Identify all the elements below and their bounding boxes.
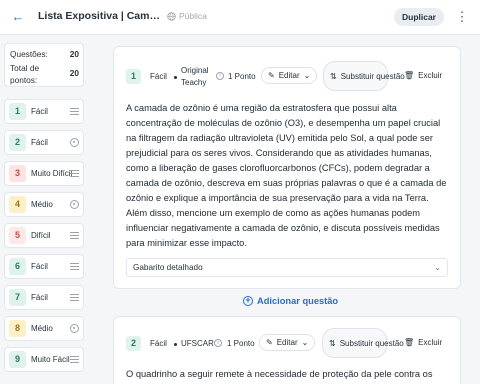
sidebar-question-item[interactable]: 2 Fácil bbox=[4, 130, 84, 155]
multiple-choice-icon bbox=[70, 324, 79, 333]
multiple-choice-icon bbox=[70, 200, 79, 209]
chevron-down-icon: ⌄ bbox=[434, 263, 441, 272]
pencil-icon: ✎ bbox=[266, 338, 273, 347]
difficulty-label: Fácil bbox=[31, 107, 48, 116]
text-lines-icon bbox=[70, 355, 79, 364]
sidebar-question-item[interactable]: 8 Médio bbox=[4, 316, 84, 341]
sidebar-question-item[interactable]: 9 Muito Fácil bbox=[4, 347, 84, 372]
difficulty-label: Fácil bbox=[31, 138, 48, 147]
trash-icon: 🗑 bbox=[404, 338, 415, 347]
summary-box: Questões: 20 Total de pontos: 20 bbox=[4, 43, 84, 87]
question-number: 2 bbox=[9, 134, 26, 151]
visibility-indicator: Pública bbox=[167, 11, 207, 21]
question-number: 6 bbox=[9, 258, 26, 275]
difficulty-label: Fácil bbox=[31, 293, 48, 302]
pencil-icon: ✎ bbox=[268, 71, 275, 80]
swap-icon: ⇅ bbox=[329, 338, 336, 348]
difficulty-label: Muito Difícil bbox=[31, 169, 73, 178]
chevron-down-icon: ⌄ bbox=[303, 71, 311, 80]
separator-dot bbox=[174, 343, 177, 346]
sidebar-question-item[interactable]: 5 Difícil bbox=[4, 223, 84, 248]
text-lines-icon bbox=[70, 231, 79, 240]
info-icon[interactable]: i bbox=[216, 72, 224, 80]
question-text: A camada de ozônio é uma região da estra… bbox=[126, 103, 447, 248]
questions-count-value: 20 bbox=[69, 49, 79, 59]
answer-dropdown[interactable]: Gabarito detalhado ⌄ bbox=[126, 258, 448, 277]
sidebar-question-item[interactable]: 3 Muito Difícil bbox=[4, 161, 84, 186]
sidebar-question-item[interactable]: 6 Fácil bbox=[4, 254, 84, 279]
replace-label: Substituir questão bbox=[340, 71, 405, 81]
visibility-label: Pública bbox=[179, 11, 207, 21]
question-number: 9 bbox=[9, 351, 26, 368]
more-options-icon[interactable]: ⋮ bbox=[455, 8, 469, 26]
total-points-value: 20 bbox=[69, 68, 79, 78]
separator-dot bbox=[174, 76, 177, 79]
replace-question-button[interactable]: ⇅ Substituir questão bbox=[322, 328, 404, 358]
text-lines-icon bbox=[70, 169, 79, 178]
globe-icon bbox=[167, 11, 176, 21]
text-lines-icon bbox=[70, 293, 79, 302]
delete-button[interactable]: 🗑 Excluir bbox=[404, 71, 442, 80]
multiple-choice-icon bbox=[70, 138, 79, 147]
question-number: 5 bbox=[9, 227, 26, 244]
question-number: 7 bbox=[9, 289, 26, 306]
edit-label: Editar bbox=[276, 338, 298, 347]
sidebar-question-item[interactable]: 1 Fácil bbox=[4, 99, 84, 124]
difficulty-label: Fácil bbox=[150, 339, 167, 348]
add-question-button[interactable]: + Adicionar questão bbox=[243, 296, 338, 306]
points-label: 1 Ponto bbox=[227, 339, 255, 348]
edit-label: Editar bbox=[278, 71, 300, 80]
text-lines-icon bbox=[70, 262, 79, 271]
info-icon[interactable]: i bbox=[214, 339, 222, 347]
difficulty-label: Médio bbox=[31, 324, 53, 333]
difficulty-label: Difícil bbox=[31, 231, 51, 240]
page-title: Lista Expositiva | Camada de ozônio bbox=[38, 10, 160, 22]
back-arrow-icon[interactable]: ← bbox=[9, 8, 27, 26]
edit-button[interactable]: ✎ Editar ⌄ bbox=[259, 334, 316, 351]
question-number: 1 bbox=[9, 103, 26, 120]
top-bar: ← Lista Expositiva | Camada de ozônio Pú… bbox=[0, 0, 480, 35]
total-points-label: Total de pontos: bbox=[10, 63, 40, 85]
delete-label: Excluir bbox=[418, 338, 443, 347]
question-number: 3 bbox=[9, 165, 26, 182]
question-card: 2 Fácil UFSCAR i 1 Ponto ✎ Editar ⌄ ⇅ Su… bbox=[113, 316, 461, 384]
swap-icon: ⇅ bbox=[330, 71, 337, 81]
question-number: 4 bbox=[9, 196, 26, 213]
question-card: 1 Fácil Original Teachy i 1 Ponto ✎ Edit… bbox=[113, 46, 461, 289]
delete-button[interactable]: 🗑 Excluir bbox=[404, 338, 442, 347]
trash-icon: 🗑 bbox=[404, 71, 415, 80]
delete-label: Excluir bbox=[418, 71, 443, 80]
difficulty-label: Médio bbox=[31, 200, 53, 209]
answer-label: Gabarito detalhado bbox=[133, 263, 203, 272]
sidebar-question-item[interactable]: 7 Fácil bbox=[4, 285, 84, 310]
add-question-label: Adicionar questão bbox=[257, 296, 339, 306]
points-label: 1 Ponto bbox=[228, 72, 256, 81]
question-number: 8 bbox=[9, 320, 26, 337]
replace-question-button[interactable]: ⇅ Substituir questão bbox=[323, 61, 405, 91]
question-number: 2 bbox=[126, 336, 141, 351]
plus-icon: + bbox=[243, 296, 253, 306]
source-label: UFSCAR bbox=[181, 339, 214, 348]
difficulty-label: Fácil bbox=[31, 262, 48, 271]
chevron-down-icon: ⌄ bbox=[301, 338, 309, 347]
question-number: 1 bbox=[126, 69, 141, 84]
question-text: O quadrinho a seguir remete à necessidad… bbox=[126, 369, 433, 379]
difficulty-label: Fácil bbox=[150, 72, 167, 81]
difficulty-label: Muito Fácil bbox=[31, 355, 70, 364]
duplicate-button[interactable]: Duplicar bbox=[394, 8, 444, 26]
replace-label: Substituir questão bbox=[339, 338, 404, 348]
sidebar-question-item[interactable]: 4 Médio bbox=[4, 192, 84, 217]
edit-button[interactable]: ✎ Editar ⌄ bbox=[261, 67, 318, 84]
source-label: Original Teachy bbox=[181, 66, 209, 87]
questions-count-label: Questões: bbox=[10, 49, 48, 59]
text-lines-icon bbox=[70, 107, 79, 116]
